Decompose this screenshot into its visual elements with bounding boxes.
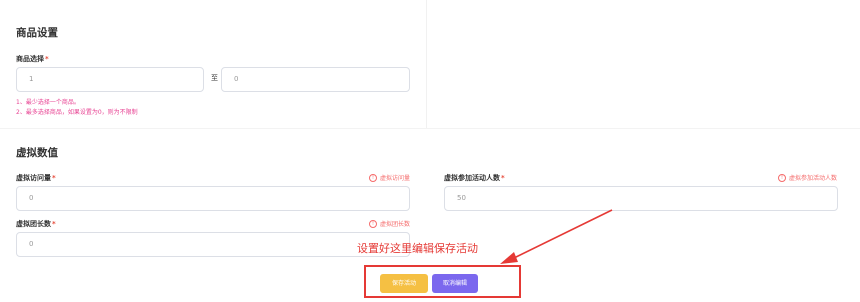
save-activity-button[interactable]: 保存活动 — [380, 274, 428, 293]
cancel-edit-button[interactable]: 取消编辑 — [432, 274, 478, 293]
annotation-arrow — [500, 209, 613, 264]
annotation-text: 设置好这里编辑保存活动 — [357, 242, 478, 255]
